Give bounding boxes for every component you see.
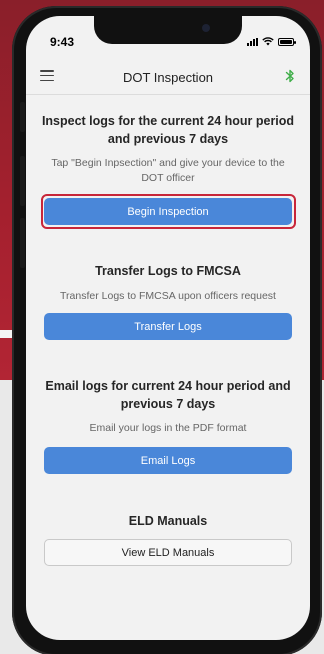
bluetooth-icon[interactable] xyxy=(284,68,296,84)
email-description: Email your logs in the PDF format xyxy=(89,422,247,434)
phone-screen: 9:43 DOT Inspection Inspect logs for the… xyxy=(26,16,310,640)
inspect-heading: Inspect logs for the current 24 hour per… xyxy=(41,114,295,146)
status-time: 9:43 xyxy=(50,35,75,49)
wifi-icon xyxy=(262,37,274,46)
battery-icon xyxy=(278,37,296,46)
inspect-description: Tap "Begin Inpsection" and give your dev… xyxy=(51,157,285,184)
eld-manuals-heading: ELD Manuals xyxy=(128,514,208,528)
email-heading: Email logs for current 24 hour period an… xyxy=(45,379,291,411)
phone-volume-up-button xyxy=(20,156,25,206)
begin-inspection-button[interactable]: Begin Inspection xyxy=(44,198,292,225)
header-divider xyxy=(26,94,310,95)
phone-notch xyxy=(94,16,242,44)
email-section: Email logs for current 24 hour period an… xyxy=(26,377,310,436)
phone-side-button xyxy=(20,102,25,132)
transfer-heading: Transfer Logs to FMCSA xyxy=(95,264,241,278)
phone-volume-down-button xyxy=(20,218,25,268)
view-eld-manuals-button[interactable]: View ELD Manuals xyxy=(44,539,292,566)
email-logs-button[interactable]: Email Logs xyxy=(44,447,292,474)
cellular-signal-icon xyxy=(247,37,258,46)
transfer-logs-button[interactable]: Transfer Logs xyxy=(44,313,292,340)
app-header: DOT Inspection xyxy=(26,64,310,90)
camera-icon xyxy=(202,24,210,32)
page-title: DOT Inspection xyxy=(122,70,214,85)
inspect-section: Inspect logs for the current 24 hour per… xyxy=(26,112,310,186)
transfer-section: Transfer Logs to FMCSA Transfer Logs to … xyxy=(26,262,310,304)
transfer-description: Transfer Logs to FMCSA upon officers req… xyxy=(60,290,276,302)
eld-manuals-section: ELD Manuals xyxy=(26,512,310,530)
status-icons xyxy=(247,37,296,46)
